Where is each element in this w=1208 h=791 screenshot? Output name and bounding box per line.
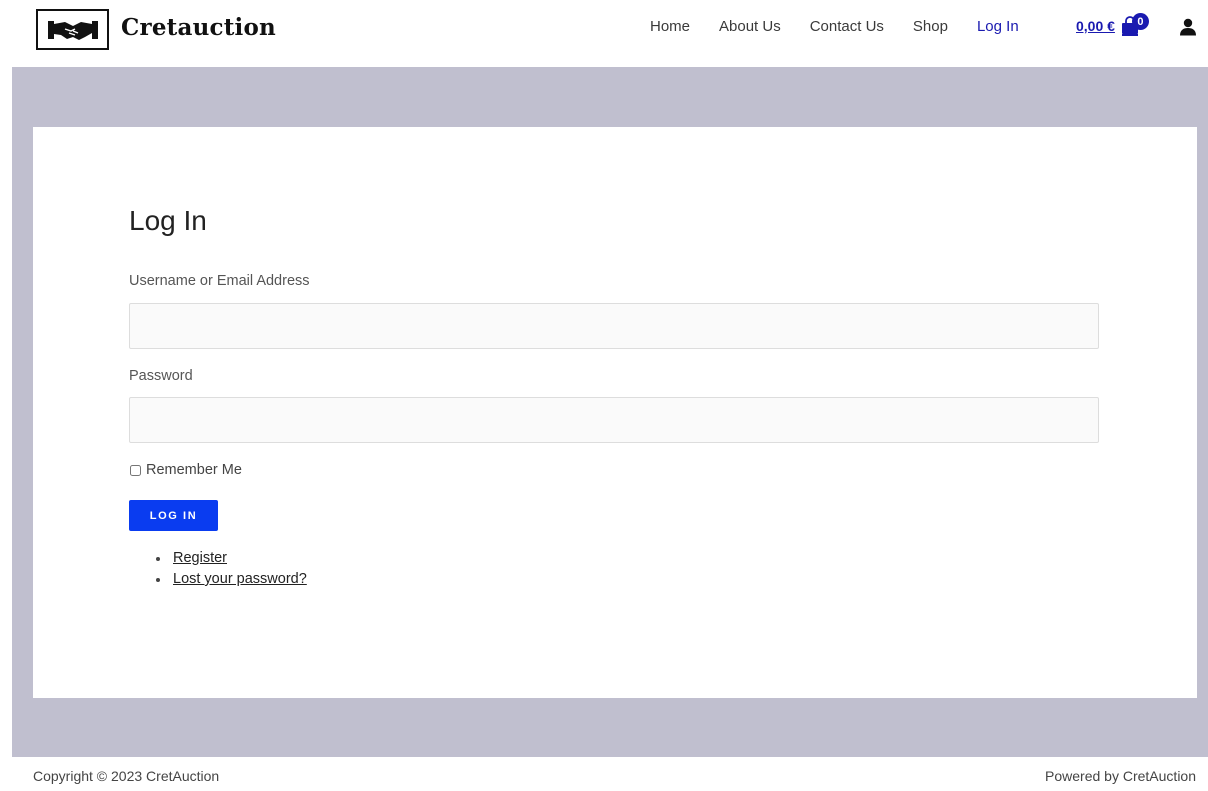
main-nav: Home About Us Contact Us Shop Log In xyxy=(650,18,1048,35)
nav-shop[interactable]: Shop xyxy=(913,18,948,35)
remember-me-label[interactable]: Remember Me xyxy=(146,462,242,478)
remember-me[interactable]: Remember Me xyxy=(129,462,242,478)
username-label: Username or Email Address xyxy=(129,273,310,289)
cart-widget[interactable]: 0,00 € 0 xyxy=(1076,13,1149,36)
account-links: Register Lost your password? xyxy=(156,548,307,590)
nav-contact-us[interactable]: Contact Us xyxy=(810,18,884,35)
password-label: Password xyxy=(129,368,193,384)
login-button[interactable]: LOG IN xyxy=(129,500,218,531)
site-logo[interactable] xyxy=(36,9,109,50)
site-header: Cretauction Home About Us Contact Us Sho… xyxy=(0,0,1208,67)
list-item: Register xyxy=(156,548,307,569)
nav-home[interactable]: Home xyxy=(650,18,690,35)
remember-me-checkbox[interactable] xyxy=(130,464,141,476)
cart-count-badge: 0 xyxy=(1131,13,1149,30)
nav-log-in[interactable]: Log In xyxy=(977,18,1019,35)
user-icon[interactable] xyxy=(1179,18,1197,41)
footer-copyright: Copyright © 2023 CretAuction xyxy=(33,768,220,784)
page-title: Log In xyxy=(129,205,207,236)
handshake-icon xyxy=(47,20,98,40)
nav-about-us[interactable]: About Us xyxy=(719,18,781,35)
lost-password-link[interactable]: Lost your password? xyxy=(173,571,307,587)
password-input[interactable] xyxy=(129,397,1099,443)
footer-powered-by: Powered by CretAuction xyxy=(1045,768,1196,784)
shopping-bag-icon[interactable]: 0 xyxy=(1120,13,1149,36)
brand-name[interactable]: Cretauction xyxy=(121,14,276,41)
username-input[interactable] xyxy=(129,303,1099,349)
cart-total[interactable]: 0,00 € xyxy=(1076,18,1115,34)
register-link[interactable]: Register xyxy=(173,550,227,566)
list-item: Lost your password? xyxy=(156,569,307,590)
